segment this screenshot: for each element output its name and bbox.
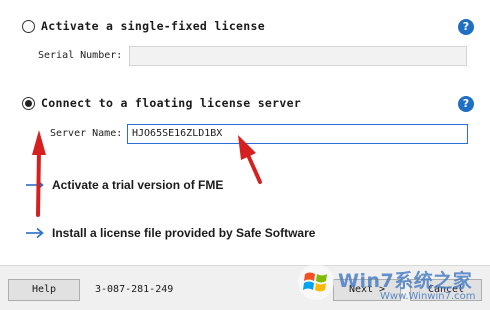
serial-number-field[interactable] <box>129 46 467 66</box>
watermark-brand: Win7系统之家 <box>338 270 473 292</box>
windows-logo-icon <box>298 264 334 300</box>
arrow-right-icon <box>26 227 44 239</box>
install-license-link-text[interactable]: Install a license file provided by Safe … <box>52 226 315 240</box>
annotation-arrow-up <box>32 130 46 217</box>
help-button[interactable]: Help <box>8 279 80 301</box>
floating-license-radio[interactable] <box>22 97 35 110</box>
single-fixed-radio[interactable] <box>22 20 35 33</box>
single-fixed-label[interactable]: Activate a single-fixed license <box>41 19 265 33</box>
floating-license-help-icon[interactable]: ? <box>458 96 474 112</box>
trial-link[interactable]: Activate a trial version of FME <box>25 178 223 192</box>
install-license-link[interactable]: Install a license file provided by Safe … <box>25 226 315 240</box>
server-name-label: Server Name: <box>50 128 123 139</box>
watermark-url: Www.Winwin7.com <box>380 291 476 302</box>
trial-link-text[interactable]: Activate a trial version of FME <box>52 178 223 192</box>
registration-code: 3-087-281-249 <box>95 284 174 295</box>
floating-license-label[interactable]: Connect to a floating license server <box>41 96 301 110</box>
server-name-field[interactable]: HJO65SE16ZLD1BX <box>127 124 468 144</box>
single-fixed-help-icon[interactable]: ? <box>458 19 474 35</box>
arrow-right-icon <box>26 179 44 191</box>
serial-number-label: Serial Number: <box>38 50 123 61</box>
